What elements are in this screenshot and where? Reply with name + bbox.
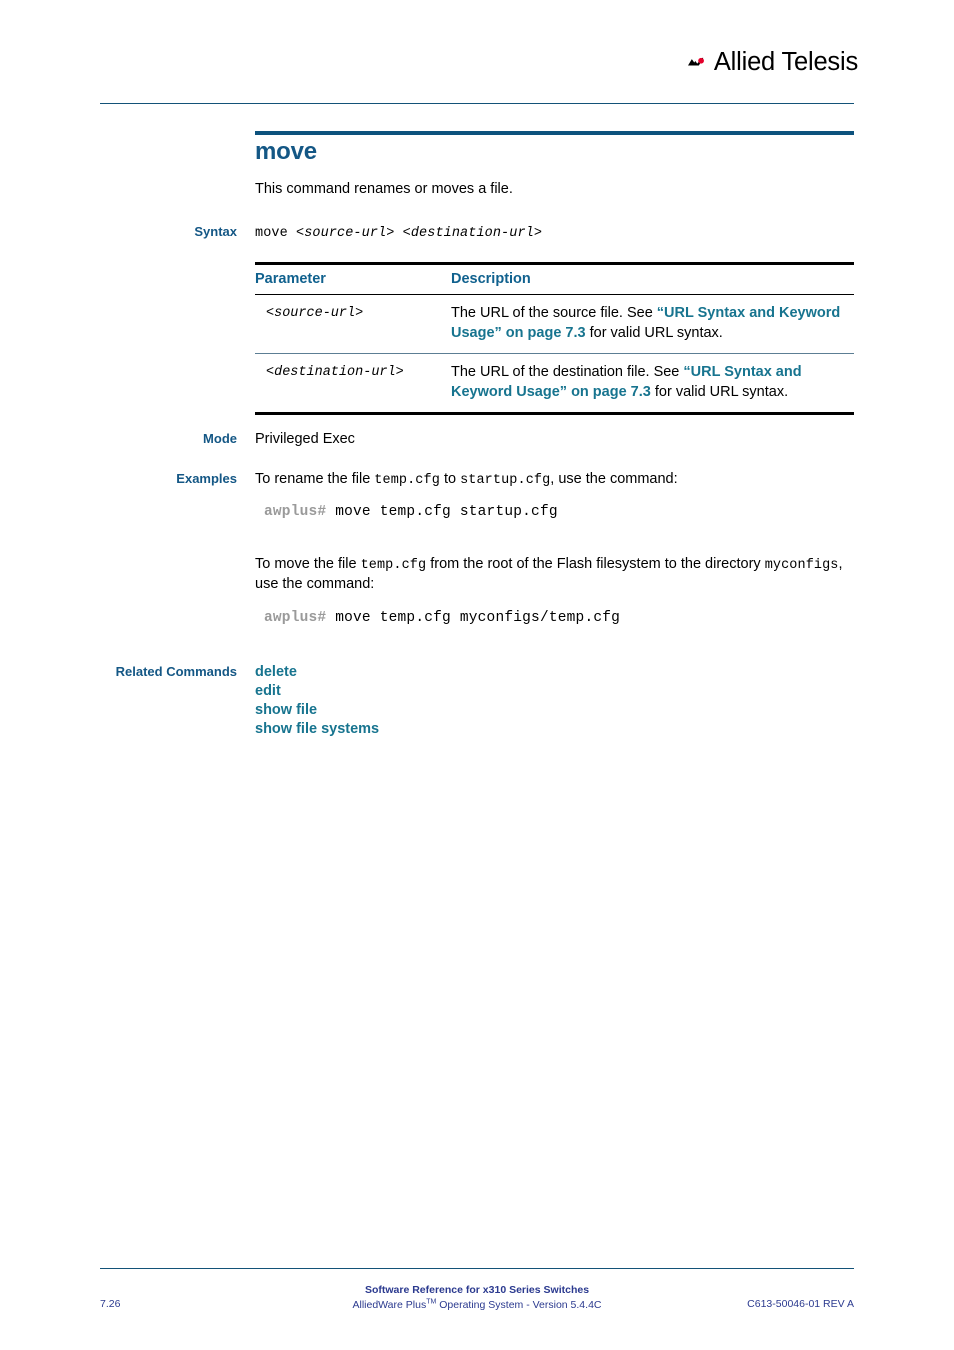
parameter-description: The URL of the destination file. See “UR… [451, 363, 854, 402]
document-page: Allied Telesis move This command renames… [0, 0, 954, 1350]
related-commands-body: delete edit show file show file systems [255, 663, 855, 739]
desc-text-after: for valid URL syntax. [650, 383, 789, 400]
example-text-1: To move the file [255, 556, 361, 572]
desc-text-after: for valid URL syntax. [585, 324, 723, 341]
example-one-text: To rename the file temp.cfg to startup.c… [255, 470, 855, 490]
desc-text-before: The URL of the destination file. See [451, 364, 684, 380]
parameter-name: <source-url> [266, 306, 364, 321]
page-title: move [255, 138, 317, 165]
allied-telesis-logo-icon [688, 57, 704, 66]
example-text-1: To rename the file [255, 471, 375, 487]
document-id: C613-50046-01 REV A [747, 1298, 854, 1310]
table-header-parameter: Parameter [255, 271, 326, 287]
example-text-3: , use the command: [550, 471, 678, 487]
related-command-link[interactable]: show file [255, 702, 317, 718]
brand-logo: Allied Telesis [688, 42, 858, 82]
footer-line-2: AlliedWare PlusTM Operating System - Ver… [100, 1298, 854, 1313]
brand-name: Allied Telesis [713, 47, 858, 76]
parameter-name: <destination-url> [266, 365, 404, 380]
mode-label: Mode [203, 431, 237, 446]
page-footer: Software Reference for x310 Series Switc… [100, 1283, 854, 1323]
related-command-link[interactable]: edit [255, 683, 281, 699]
page-number: 7.26 [100, 1298, 121, 1310]
command-heading-rule [255, 131, 854, 135]
syntax-body: move <source-url> <destination-url> [255, 223, 855, 243]
syntax-command-word: move [255, 226, 297, 241]
cli-command: move temp.cfg startup.cfg [335, 504, 558, 520]
related-commands-list: delete edit show file show file systems [255, 663, 855, 739]
parameter-table: Parameter Description <source-url> The U… [255, 262, 854, 415]
syntax-arguments: <source-url> <destination-url> [296, 226, 543, 241]
header-divider [100, 103, 854, 105]
list-item: show file systems [255, 720, 855, 739]
example-code-1: temp.cfg [360, 558, 427, 573]
footer-version: Operating System - Version 5.4.4C [436, 1299, 602, 1311]
related-commands-label: Related Commands [115, 664, 237, 679]
desc-text-before: The URL of the source file. See [451, 305, 657, 321]
table-header-row: Parameter Description [255, 265, 854, 295]
example-code-2: myconfigs [764, 558, 839, 573]
related-command-link[interactable]: delete [255, 664, 297, 680]
related-command-link[interactable]: show file systems [255, 721, 379, 737]
example-text-2: to [439, 471, 461, 487]
list-item: edit [255, 682, 855, 701]
parameter-description: The URL of the source file. See “URL Syn… [451, 304, 854, 343]
cli-block: awplus# move temp.cfg myconfigs/temp.cfg [264, 609, 864, 628]
footer-product: AlliedWare Plus [352, 1299, 427, 1311]
footer-center: Software Reference for x310 Series Switc… [100, 1283, 854, 1313]
example-code-1: temp.cfg [374, 473, 440, 488]
cli-block: awplus# move temp.cfg startup.cfg [264, 503, 864, 522]
command-description: This command renames or moves a file. [255, 181, 513, 197]
trademark-mark: TM [426, 1298, 437, 1306]
table-row: <destination-url> The URL of the destina… [255, 353, 854, 412]
list-item: delete [255, 663, 855, 682]
footer-line-1: Software Reference for x310 Series Switc… [364, 1284, 590, 1296]
footer-divider [100, 1268, 854, 1270]
table-header-description: Description [451, 271, 531, 287]
example-code-2: startup.cfg [460, 473, 551, 488]
example-text-2: from the root of the Flash filesystem to… [426, 556, 765, 572]
list-item: show file [255, 701, 855, 720]
cli-prompt: awplus# [264, 504, 336, 520]
examples-label: Examples [176, 471, 237, 486]
table-row: <source-url> The URL of the source file.… [255, 295, 854, 353]
cli-command: move temp.cfg myconfigs/temp.cfg [335, 610, 621, 626]
mode-value: Privileged Exec [255, 431, 355, 447]
syntax-label: Syntax [194, 224, 237, 239]
cli-prompt: awplus# [264, 610, 336, 626]
example-two-paragraph: To move the file temp.cfg from the root … [255, 555, 855, 594]
table-bottom-border [255, 412, 854, 415]
